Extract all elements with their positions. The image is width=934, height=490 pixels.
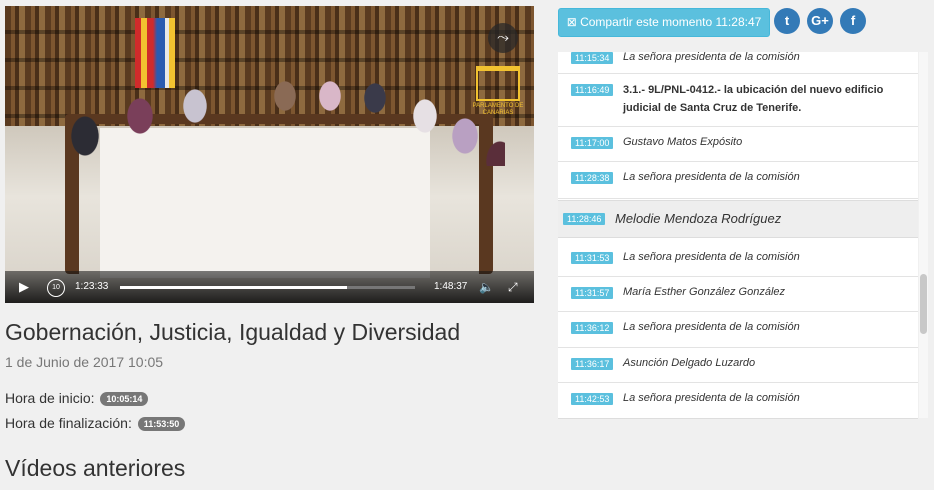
rewind-10-icon[interactable]: 10: [47, 279, 65, 297]
session-title: Gobernación, Justicia, Igualdad y Divers…: [5, 319, 461, 345]
meeting-participants: [45, 76, 505, 166]
google-plus-icon[interactable]: G+: [807, 8, 833, 34]
timeline-item[interactable]: 11:42:53 La señora presidenta de la comi…: [558, 383, 918, 418]
timeline-item[interactable]: 11:28:38 La señora presidenta de la comi…: [558, 162, 918, 199]
progress-fill: [120, 286, 348, 289]
share-moment-button[interactable]: ⊠ Compartir este momento 11:28:47: [558, 8, 770, 37]
fullscreen-icon[interactable]: ⤢: [508, 271, 518, 303]
share-icon[interactable]: ⤳: [488, 23, 518, 53]
timeline-list: 11:15:34 La señora presidenta de la comi…: [558, 52, 918, 419]
timeline-item[interactable]: 11:15:34 La señora presidenta de la comi…: [558, 52, 918, 74]
timeline-item[interactable]: 11:31:57 María Esther González González: [558, 277, 918, 312]
total-time: 1:48:37: [434, 281, 468, 292]
timeline-item[interactable]: 11:36:17 Asunción Delgado Luzardo: [558, 348, 918, 383]
play-icon[interactable]: ▶: [19, 271, 29, 303]
start-time-row: Hora de inicio: 10:05:14: [5, 390, 149, 406]
video-frame: [5, 6, 534, 303]
current-time: 1:23:33: [75, 281, 109, 292]
video-player[interactable]: ⤳ PARLAMENTO DE CANARIAS ▶ 10 1:23:33 1:…: [5, 6, 534, 303]
flags: [135, 18, 175, 88]
end-time-row: Hora de finalización: 11:53:50: [5, 415, 186, 431]
start-time-badge: 10:05:14: [100, 392, 149, 406]
parliament-logo: PARLAMENTO DE CANARIAS: [472, 66, 524, 117]
timeline-item[interactable]: 11:16:49 3.1.- 9L/PNL-0412.- la ubicació…: [558, 74, 918, 127]
session-date: 1 de Junio de 2017 10:05: [5, 354, 164, 370]
start-time-label: Hora de inicio:: [5, 390, 95, 406]
timeline-item-active[interactable]: 11:28:46 Melodie Mendoza Rodríguez: [558, 200, 918, 238]
scrollbar-thumb[interactable]: [920, 274, 927, 334]
progress-bar[interactable]: [120, 286, 415, 289]
previous-videos-heading: Vídeos anteriores: [5, 455, 186, 481]
twitter-icon[interactable]: t: [774, 8, 800, 34]
timeline-item[interactable]: 11:36:12 La señora presidenta de la comi…: [558, 312, 918, 348]
share-icon: ⊠: [566, 15, 577, 29]
timeline-item[interactable]: 11:17:00 Gustavo Matos Expósito: [558, 127, 918, 162]
timeline-scrollbar[interactable]: [919, 52, 928, 418]
end-time-badge: 11:53:50: [137, 417, 186, 431]
end-time-label: Hora de finalización:: [5, 415, 132, 431]
timeline-item[interactable]: 11:31:53 La señora presidenta de la comi…: [558, 242, 918, 277]
video-controls: ▶ 10 1:23:33 1:48:37 🔈 ⤢: [5, 271, 534, 303]
facebook-icon[interactable]: f: [840, 8, 866, 34]
volume-icon[interactable]: 🔈: [479, 271, 494, 303]
